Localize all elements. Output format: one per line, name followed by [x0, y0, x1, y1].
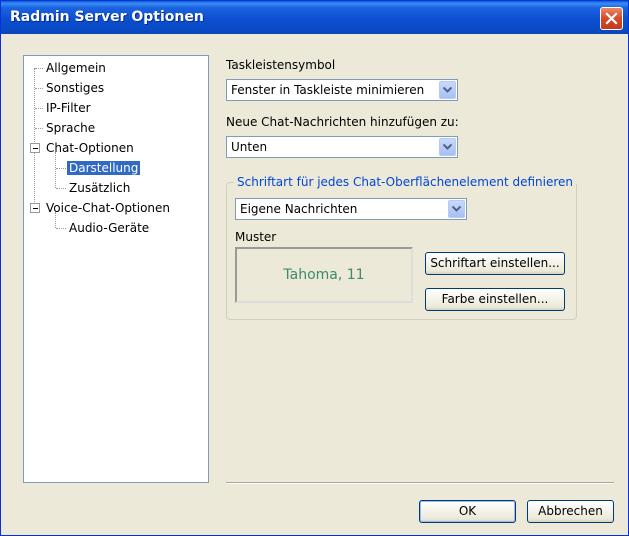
taskbar-symbol-value: Fenster in Taskleiste minimieren	[231, 83, 425, 97]
tree-line	[55, 152, 56, 188]
dropdown-button[interactable]	[439, 138, 456, 156]
tree-item-sprache[interactable]: Sprache	[46, 120, 95, 136]
tree-item-chat-optionen[interactable]: Chat-Optionen	[46, 140, 134, 156]
close-icon	[605, 12, 618, 25]
tree-line	[35, 68, 43, 69]
tree-item-darstellung[interactable]: Darstellung	[67, 160, 141, 176]
new-messages-label: Neue Chat-Nachrichten hinzufügen zu:	[226, 115, 459, 129]
window-title: Radmin Server Optionen	[10, 9, 204, 25]
tree-item-audio-geraete[interactable]: Audio-Geräte	[69, 220, 149, 236]
close-button[interactable]	[600, 7, 623, 30]
new-messages-position-select[interactable]: Unten	[226, 136, 458, 158]
set-font-button[interactable]: Schriftart einstellen...	[425, 252, 565, 275]
font-group-title: Schriftart für jedes Chat-Oberflächenele…	[234, 175, 576, 189]
tree-item-ip-filter[interactable]: IP-Filter	[46, 100, 91, 116]
bottom-separator	[226, 482, 614, 484]
font-sample-text: Tahoma, 11	[283, 267, 365, 283]
dropdown-button[interactable]	[439, 81, 456, 99]
chat-element-select[interactable]: Eigene Nachrichten	[235, 198, 467, 220]
tree-line	[35, 88, 43, 89]
sample-label: Muster	[235, 230, 277, 244]
tree-item-voice-chat-optionen[interactable]: Voice-Chat-Optionen	[46, 200, 170, 216]
ok-button[interactable]: OK	[419, 500, 516, 523]
cancel-button[interactable]: Abbrechen	[527, 500, 614, 523]
tree-line	[35, 108, 43, 109]
tree-line	[34, 68, 35, 208]
dropdown-button[interactable]	[448, 200, 465, 218]
taskbar-symbol-select[interactable]: Fenster in Taskleiste minimieren	[226, 79, 458, 101]
tree-item-zusaetzlich[interactable]: Zusätzlich	[69, 180, 130, 196]
tree-line	[56, 168, 66, 169]
tree-line	[56, 188, 66, 189]
options-window: Radmin Server Optionen Allgemein Sonstig…	[0, 0, 629, 536]
chevron-down-icon	[443, 144, 452, 150]
tree-line	[56, 228, 66, 229]
collapse-voice-chat-options-icon[interactable]	[30, 203, 40, 213]
title-bar[interactable]: Radmin Server Optionen	[1, 1, 628, 34]
tree-item-sonstiges[interactable]: Sonstiges	[46, 80, 104, 96]
tree-item-allgemein[interactable]: Allgemein	[46, 60, 106, 76]
chevron-down-icon	[452, 206, 461, 212]
collapse-chat-options-icon[interactable]	[30, 143, 40, 153]
chevron-down-icon	[443, 87, 452, 93]
chat-element-value: Eigene Nachrichten	[240, 202, 358, 216]
taskbar-symbol-label: Taskleistensymbol	[226, 58, 336, 72]
options-tree[interactable]: Allgemein Sonstiges IP-Filter Sprache Ch…	[23, 55, 209, 483]
font-sample-box: Tahoma, 11	[235, 247, 413, 303]
new-messages-position-value: Unten	[231, 140, 268, 154]
tree-line	[35, 128, 43, 129]
set-color-button[interactable]: Farbe einstellen...	[425, 288, 565, 311]
